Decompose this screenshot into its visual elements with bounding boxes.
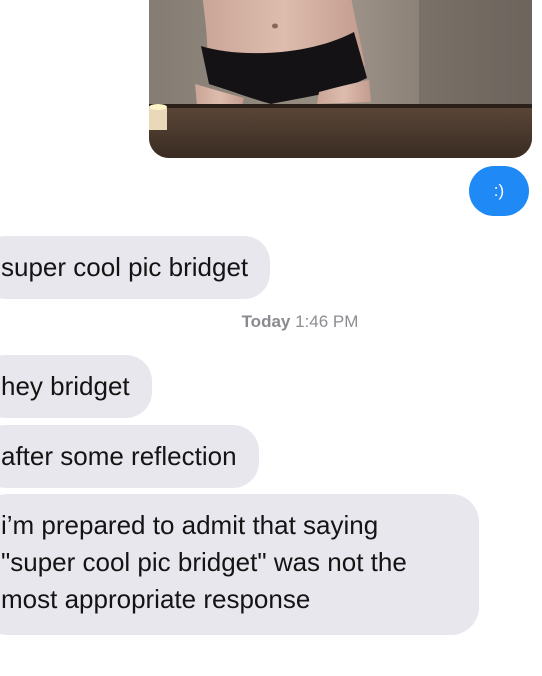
message-thread: :) super cool pic bridget Today 1:46 PM … xyxy=(0,0,542,676)
message-text: after some reflection xyxy=(1,441,237,471)
timestamp-day: Today xyxy=(241,312,291,331)
timestamp-time: 1:46 PM xyxy=(295,312,359,331)
message-text: hey bridget xyxy=(1,371,130,401)
message-timestamp: Today 1:46 PM xyxy=(0,312,542,332)
sent-photo-attachment[interactable] xyxy=(149,0,532,158)
message-text: super cool pic bridget xyxy=(1,252,249,282)
photo-image xyxy=(149,0,532,158)
received-message-bubble[interactable]: after some reflection xyxy=(0,425,259,488)
sent-message-text: :) xyxy=(493,181,505,200)
message-text: i’m prepared to admit that saying "super… xyxy=(1,510,407,614)
received-message-bubble[interactable]: i’m prepared to admit that saying "super… xyxy=(0,494,479,635)
received-message-bubble[interactable]: super cool pic bridget xyxy=(0,236,271,299)
sent-message-bubble[interactable]: :) xyxy=(469,166,529,216)
received-message-bubble[interactable]: hey bridget xyxy=(0,355,152,418)
